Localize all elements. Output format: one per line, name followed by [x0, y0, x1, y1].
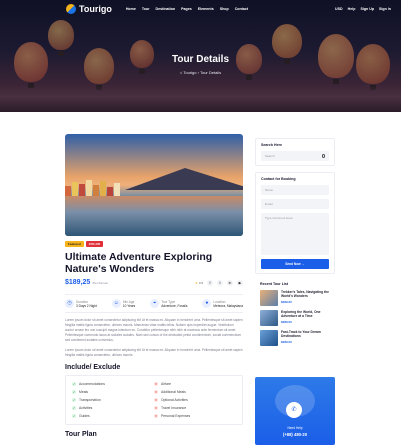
- featured-badge: Featured: [65, 241, 84, 247]
- user-icon: ☺: [111, 299, 121, 308]
- list-item: ✕ Airfare: [154, 382, 171, 386]
- home-icon: ⌂: [179, 70, 183, 75]
- menu-item-shop[interactable]: Shop: [220, 7, 229, 11]
- tour-facts: ◷ Duration 3 Days 2 Night ☺ Min Age 10 Yea…: [65, 294, 243, 313]
- list-item: ✓ Accommodations: [72, 382, 106, 386]
- menu-item-elements[interactable]: Elements: [198, 7, 214, 11]
- include-heading: Include/ Exclude: [65, 364, 121, 371]
- menu-item-destination[interactable]: Destination: [156, 7, 176, 11]
- rating: ★ 4.5: [195, 280, 203, 285]
- menu-item-home[interactable]: Home: [126, 7, 136, 11]
- recent-tour-item[interactable]: Exploring the World, One Adventure at a …: [255, 310, 335, 326]
- recent-tour-item[interactable]: Trekker's Tales, Navigating the World's …: [255, 290, 335, 306]
- top-navbar: Tourigo Home Tour Destination Pages Elem…: [0, 0, 401, 18]
- check-icon: ✓: [72, 398, 76, 402]
- linkedin-icon[interactable]: in: [227, 279, 233, 286]
- tour-photo: [65, 134, 243, 236]
- tour-main: Featured 15% Off Ultimate Adventure Expl…: [65, 134, 243, 425]
- map-icon: ⌖: [150, 299, 160, 308]
- promo-label: Need Help: [287, 426, 303, 430]
- cross-icon: ✕: [154, 406, 158, 410]
- breadcrumb: ⌂ Tourigo › Tour Details: [0, 70, 401, 75]
- check-icon: ✓: [72, 390, 76, 394]
- list-item: ✕ Personal Expenses: [154, 414, 191, 418]
- list-item: ✓ Transportation: [72, 398, 101, 402]
- name-field[interactable]: Name: [261, 185, 329, 195]
- list-item: ✕ Travel Insurance: [154, 406, 187, 410]
- breadcrumb-separator: ›: [197, 70, 199, 75]
- description-paragraph: Lorem ipsum dolor sit amet consectetur a…: [65, 348, 243, 357]
- recent-thumb: [260, 330, 278, 346]
- cross-icon: ✕: [154, 414, 158, 418]
- recent-thumb: [260, 310, 278, 326]
- check-icon: ✓: [72, 382, 76, 386]
- check-icon: ✓: [72, 406, 76, 410]
- breadcrumb-home[interactable]: Tourigo: [183, 70, 196, 75]
- tour-price: $189,25: [65, 279, 91, 286]
- tour-title: Ultimate Adventure Exploring Nature's Wo…: [65, 251, 213, 275]
- list-item: ✓ Guides: [72, 414, 90, 418]
- help-promo-card: ✆ Need Help (+88) 480-20: [255, 377, 335, 445]
- search-input[interactable]: Search: [261, 151, 329, 161]
- menu-item-pages[interactable]: Pages: [181, 7, 192, 11]
- arrow-right-icon: →: [301, 262, 305, 266]
- youtube-icon[interactable]: ▶: [237, 279, 243, 286]
- included-list: ✓ Accommodations ✓ Meals ✓ Transportation ✓…: [72, 380, 154, 420]
- pin-icon: ●: [202, 299, 212, 308]
- brand-name: Tourigo: [79, 4, 112, 14]
- discount-badge: 15% Off: [85, 241, 103, 247]
- list-item: ✕ Optional Activities: [154, 398, 188, 402]
- booking-widget: Contact for Booking Name Email Type Comm…: [255, 172, 335, 274]
- tour-plan-heading: Tour Plan: [65, 431, 97, 438]
- logo-icon: [66, 4, 76, 14]
- promo-phone-number[interactable]: (+88) 480-20: [255, 432, 335, 437]
- search-icon[interactable]: [321, 154, 325, 158]
- menu-item-tour[interactable]: Tour: [142, 7, 150, 11]
- breadcrumb-current: Tour Details: [199, 70, 222, 75]
- recent-tours-heading: Recent Tour List: [260, 282, 289, 286]
- currency-select[interactable]: USD: [335, 7, 343, 11]
- sign-up-link[interactable]: Sign Up: [360, 7, 374, 11]
- cross-icon: ✕: [154, 390, 158, 394]
- list-item: ✕ Additional Meals: [154, 390, 186, 394]
- send-now-button[interactable]: Send Now →: [261, 259, 329, 269]
- star-icon: ★: [195, 280, 198, 285]
- list-item: ✓ Meals: [72, 390, 89, 394]
- fact-location: ● Location Meteora, Malaysiana: [202, 299, 243, 308]
- sign-in-link[interactable]: Sign In: [379, 7, 391, 11]
- excluded-list: ✕ Airfare ✕ Additional Meals ✕ Optional Act…: [154, 380, 236, 420]
- twitter-icon[interactable]: t: [217, 279, 223, 286]
- search-widget: Search Here Search: [255, 138, 335, 166]
- clock-icon: ◷: [65, 299, 74, 308]
- brand-logo[interactable]: Tourigo: [66, 4, 112, 14]
- cross-icon: ✕: [154, 398, 158, 402]
- main-menu: Home Tour Destination Pages Elements Sho…: [126, 7, 248, 11]
- recent-tour-item[interactable]: Fast-Track to Your Dream Destinations $28…: [255, 330, 335, 346]
- facebook-icon[interactable]: f: [207, 279, 213, 286]
- description-paragraph: Lorem ipsum dolor sit amet consectetur a…: [65, 318, 243, 342]
- price-unit: /Per Person: [92, 280, 109, 285]
- fact-min-age: ☺ Min Age 10 Years: [111, 299, 136, 308]
- recent-thumb: [260, 290, 278, 306]
- message-field[interactable]: Type Comment Here: [261, 213, 329, 255]
- include-exclude-box: ✓ Accommodations ✓ Meals ✓ Transportation ✓…: [65, 375, 243, 425]
- fact-duration: ◷ Duration 3 Days 2 Night: [65, 299, 97, 308]
- list-item: ✓ Activities: [72, 406, 93, 410]
- fact-tour-type: ⌖ Tour Type Adventure, Fossils: [150, 299, 187, 308]
- menu-item-contact[interactable]: Contact: [235, 7, 248, 11]
- sidebar: Search Here Search Contact for Booking N…: [255, 138, 335, 346]
- cross-icon: ✕: [154, 382, 158, 386]
- phone-icon[interactable]: ✆: [286, 402, 302, 418]
- help-link[interactable]: Help: [348, 7, 356, 11]
- hero-banner: Tourigo Home Tour Destination Pages Elem…: [0, 0, 401, 112]
- email-field[interactable]: Email: [261, 199, 329, 209]
- page-title: Tour Details: [171, 54, 230, 65]
- check-icon: ✓: [72, 414, 76, 418]
